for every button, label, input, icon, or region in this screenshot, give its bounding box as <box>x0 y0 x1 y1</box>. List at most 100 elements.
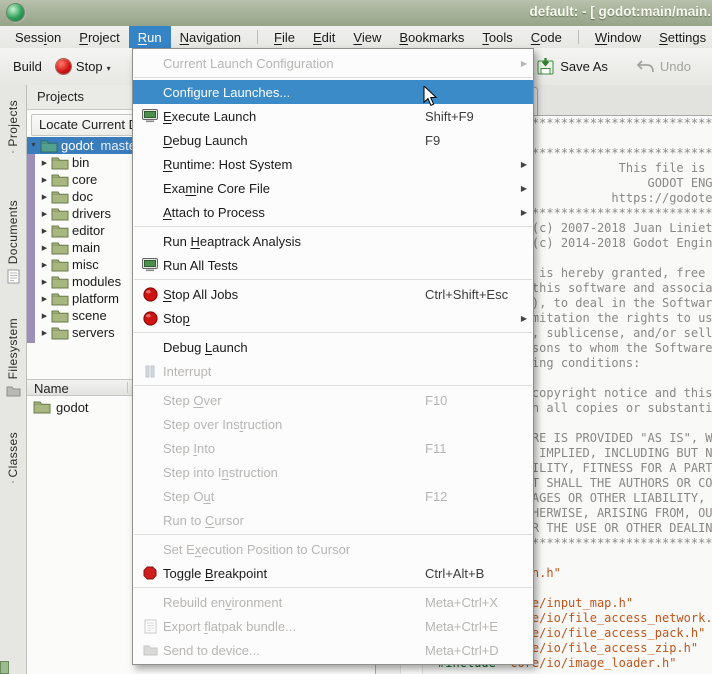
menubar-item-run[interactable]: Run <box>129 26 171 48</box>
menubar-item-edit[interactable]: Edit <box>304 26 344 48</box>
folder-icon <box>6 384 21 402</box>
dock-tab-classes[interactable]: Classes <box>0 432 26 482</box>
stop-button-label: Stop <box>76 59 103 74</box>
menu-item-label: Run All Tests <box>163 258 425 273</box>
folder-icon <box>51 241 69 255</box>
folder-icon <box>51 156 69 170</box>
menubar-item-session[interactable]: Session <box>6 26 70 48</box>
submenu-arrow-icon: ▶ <box>515 160 529 169</box>
left-dock-strip: Projects Documents Filesystem Classes <box>0 85 27 674</box>
dock-tab-label: Projects <box>6 100 20 147</box>
menu-item-label: Toggle Breakpoint <box>163 566 425 581</box>
dock-tab-label: Filesystem <box>6 318 20 379</box>
undo-button[interactable]: Undo <box>629 55 698 78</box>
menu-item-step-out: Step OutF12 <box>133 484 533 508</box>
tree-item-label: platform <box>72 291 119 306</box>
menu-separator <box>134 279 532 280</box>
menubar-item-bookmarks[interactable]: Bookmarks <box>390 26 473 48</box>
folder-icon <box>51 224 69 238</box>
expand-arrow-icon[interactable]: ▶ <box>39 210 50 218</box>
menu-item-set-execution-position-to-cursor: Set Execution Position to Cursor <box>133 537 533 561</box>
run-menu-popup: Current Launch Configuration▶ Configure L… <box>132 48 534 665</box>
menu-item-shortcut: Meta+Ctrl+E <box>425 619 515 634</box>
expand-arrow-icon[interactable]: ▶ <box>39 176 50 184</box>
stop-dropdown-arrow-icon[interactable]: ▾ <box>107 64 111 73</box>
folder-icon <box>137 644 163 656</box>
save-as-button[interactable]: Save As <box>530 54 615 79</box>
tree-item-label: main <box>72 240 100 255</box>
menu-item-shortcut: F10 <box>425 393 515 408</box>
menubar-item-window[interactable]: Window <box>586 26 650 48</box>
submenu-arrow-icon: ▶ <box>515 314 529 323</box>
app-icon <box>7 4 24 21</box>
menu-item-debug-launch[interactable]: Debug LaunchF9 <box>133 128 533 152</box>
collapse-arrow-icon[interactable]: ▼ <box>28 142 39 149</box>
menu-separator <box>134 77 532 78</box>
stop-button[interactable]: Stop ▾ <box>49 55 118 78</box>
menu-item-run-heaptrack-analysis[interactable]: Run Heaptrack Analysis <box>133 229 533 253</box>
tree-item-label: modules <box>72 274 121 289</box>
expand-arrow-icon[interactable]: ▶ <box>39 261 50 269</box>
breakpoint-icon <box>137 566 163 580</box>
menubar-item-view[interactable]: View <box>344 26 390 48</box>
menubar-item-code[interactable]: Code <box>522 26 571 48</box>
expand-arrow-icon[interactable]: ▶ <box>39 159 50 167</box>
build-button[interactable]: Build <box>6 55 49 78</box>
menu-item-label: Rebuild environment <box>163 595 425 610</box>
menu-item-attach-to-process[interactable]: Attach to Process▶ <box>133 200 533 224</box>
menu-separator <box>134 587 532 588</box>
menubar-item-navigation[interactable]: Navigation <box>171 26 250 48</box>
menu-item-stop[interactable]: Stop ▶ <box>133 306 533 330</box>
menu-item-label: Run to Cursor <box>163 513 425 528</box>
dock-tab-documents[interactable]: Documents <box>0 200 26 289</box>
menu-item-runtime-host-system[interactable]: Runtime: Host System ▶ <box>133 152 533 176</box>
dock-tab-projects[interactable]: Projects <box>0 100 26 152</box>
menu-item-label: Interrupt <box>163 364 425 379</box>
menu-item-debug-launch[interactable]: Debug Launch <box>133 335 533 359</box>
menu-item-label: Stop <box>163 311 425 326</box>
submenu-arrow-icon: ▶ <box>515 59 529 68</box>
menu-item-label: Send to device... <box>163 643 425 658</box>
menu-item-execute-launch[interactable]: Execute LaunchShift+F9 <box>133 104 533 128</box>
expand-arrow-icon[interactable]: ▶ <box>39 312 50 320</box>
menubar-separator <box>578 30 579 44</box>
dock-tab-label: Classes <box>6 432 20 477</box>
table-header-name-label: Name <box>34 381 69 396</box>
menu-item-label: Step Out <box>163 489 425 504</box>
menu-item-label: Step Over <box>163 393 425 408</box>
menubar-item-tools[interactable]: Tools <box>473 26 521 48</box>
menu-item-label: Examine Core File <box>163 181 425 196</box>
undo-icon <box>636 59 655 74</box>
menu-item-configure-launches[interactable]: Configure Launches... <box>133 80 533 104</box>
column-divider[interactable] <box>127 382 128 393</box>
expand-arrow-icon[interactable]: ▶ <box>39 295 50 303</box>
title-bar[interactable]: default: - [ godot:main/main. <box>0 0 712 27</box>
menu-item-current-launch-configuration: Current Launch Configuration▶ <box>133 51 533 75</box>
menubar-item-project[interactable]: Project <box>70 26 128 48</box>
menubar-item-file[interactable]: File <box>265 26 304 48</box>
expand-arrow-icon[interactable]: ▶ <box>39 227 50 235</box>
submenu-arrow-icon: ▶ <box>515 184 529 193</box>
menu-item-label: Export flatpak bundle... <box>163 619 425 634</box>
expand-arrow-icon[interactable]: ▶ <box>39 244 50 252</box>
expand-arrow-icon[interactable]: ▶ <box>39 193 50 201</box>
menu-item-shortcut: Ctrl+Alt+B <box>425 566 515 581</box>
menu-item-run-all-tests[interactable]: Run All Tests <box>133 253 533 277</box>
menu-item-label: Run Heaptrack Analysis <box>163 234 425 249</box>
menu-item-stop-all-jobs[interactable]: Stop All JobsCtrl+Shift+Esc <box>133 282 533 306</box>
menu-separator <box>134 226 532 227</box>
tree-item-label: drivers <box>72 206 111 221</box>
menu-item-shortcut: F9 <box>425 133 515 148</box>
menu-item-shortcut: F12 <box>425 489 515 504</box>
menu-item-toggle-breakpoint[interactable]: Toggle BreakpointCtrl+Alt+B <box>133 561 533 585</box>
expand-arrow-icon[interactable]: ▶ <box>39 278 50 286</box>
build-button-label: Build <box>13 59 42 74</box>
menu-item-examine-core-file[interactable]: Examine Core File ▶ <box>133 176 533 200</box>
menu-item-send-to-device: Send to device...Meta+Ctrl+D <box>133 638 533 662</box>
menu-item-label: Execute Launch <box>163 109 425 124</box>
dock-tab-filesystem[interactable]: Filesystem <box>0 318 26 402</box>
menu-item-export-flatpak-bundle: Export flatpak bundle...Meta+Ctrl+E <box>133 614 533 638</box>
expand-arrow-icon[interactable]: ▶ <box>39 329 50 337</box>
menu-item-label: Runtime: Host System <box>163 157 425 172</box>
menubar-item-settings[interactable]: Settings <box>650 26 712 48</box>
